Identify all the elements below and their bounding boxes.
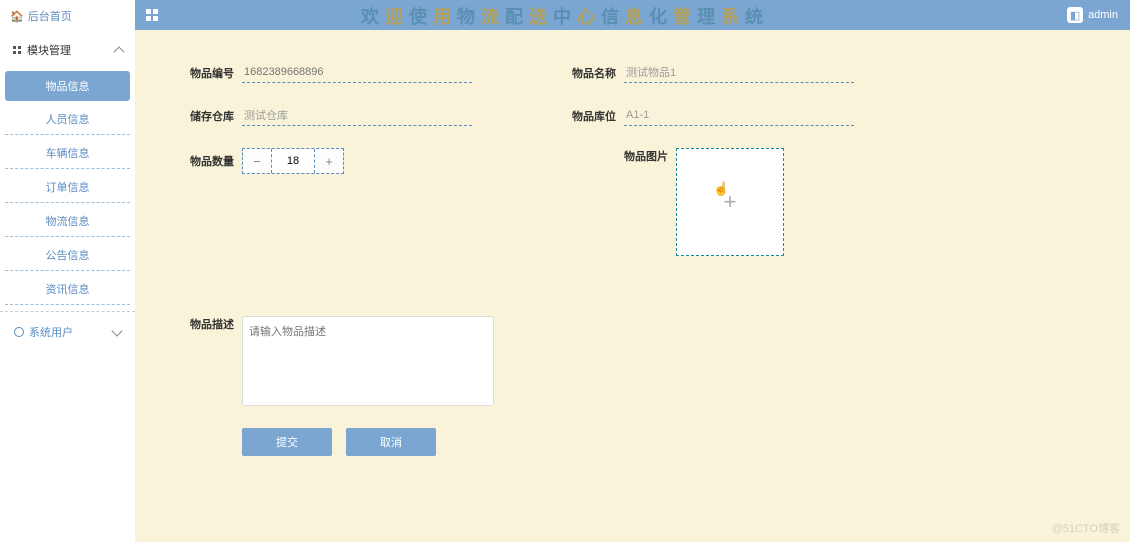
cursor-icon: ☝ [713, 181, 729, 197]
sidebar-item-vehicle[interactable]: 车辆信息 [5, 138, 130, 169]
slot-input[interactable] [624, 105, 854, 126]
topbar: 欢迎使用物流配送中心信息化管理系统 ◧ admin [0, 0, 1130, 30]
submit-button[interactable]: 提交 [242, 428, 332, 456]
warehouse-label: 储存仓库 [190, 108, 242, 124]
avatar-icon: ◧ [1067, 7, 1083, 23]
main-form: 物品编号 物品名称 储存仓库 物品库位 物品数量 − + 物品图片 [135, 30, 1130, 542]
goods-id-label: 物品编号 [190, 65, 242, 81]
module-mgmt-toggle[interactable]: 模块管理 [0, 32, 135, 68]
home-icon: 🏠 [10, 10, 24, 23]
banner-title: 欢迎使用物流配送中心信息化管理系统 [0, 3, 1130, 29]
picture-label: 物品图片 [624, 148, 676, 164]
chevron-down-icon [111, 325, 122, 336]
sidebar-item-logistics[interactable]: 物流信息 [5, 206, 130, 237]
watermark: @51CTO博客 [1052, 520, 1120, 536]
warehouse-input[interactable] [242, 105, 472, 126]
home-link[interactable]: 🏠 后台首页 [0, 0, 135, 32]
goods-id-input[interactable] [242, 62, 472, 83]
sidebar-item-order[interactable]: 订单信息 [5, 172, 130, 203]
sidebar-item-goods[interactable]: 物品信息 [5, 71, 130, 101]
home-label: 后台首页 [28, 8, 72, 24]
quantity-input[interactable] [271, 149, 315, 173]
goods-name-input[interactable] [624, 62, 854, 83]
cancel-button[interactable]: 取消 [346, 428, 436, 456]
user-menu[interactable]: ◧ admin [1067, 7, 1118, 23]
slot-label: 物品库位 [572, 108, 624, 124]
sidebar: 🏠 后台首页 模块管理 物品信息 人员信息 车辆信息 订单信息 物流信息 公告信… [0, 0, 135, 542]
desc-textarea[interactable] [242, 316, 494, 406]
chevron-up-icon [113, 46, 124, 57]
quantity-minus-button[interactable]: − [243, 149, 271, 173]
grid-icon [12, 45, 22, 55]
sys-user-label: 系统用户 [29, 324, 73, 340]
quantity-label: 物品数量 [190, 153, 242, 169]
sidebar-item-personnel[interactable]: 人员信息 [5, 104, 130, 135]
goods-name-label: 物品名称 [572, 65, 624, 81]
upload-box[interactable]: ☝ + [676, 148, 784, 256]
username-label: admin [1088, 9, 1118, 21]
sidebar-item-notice[interactable]: 公告信息 [5, 240, 130, 271]
user-icon [14, 327, 24, 337]
sys-user-toggle[interactable]: 系统用户 [0, 311, 135, 352]
desc-label: 物品描述 [190, 316, 242, 332]
quantity-plus-button[interactable]: + [315, 149, 343, 173]
quantity-stepper: − + [242, 148, 344, 174]
module-mgmt-label: 模块管理 [27, 42, 71, 58]
sidebar-item-news[interactable]: 资讯信息 [5, 274, 130, 305]
